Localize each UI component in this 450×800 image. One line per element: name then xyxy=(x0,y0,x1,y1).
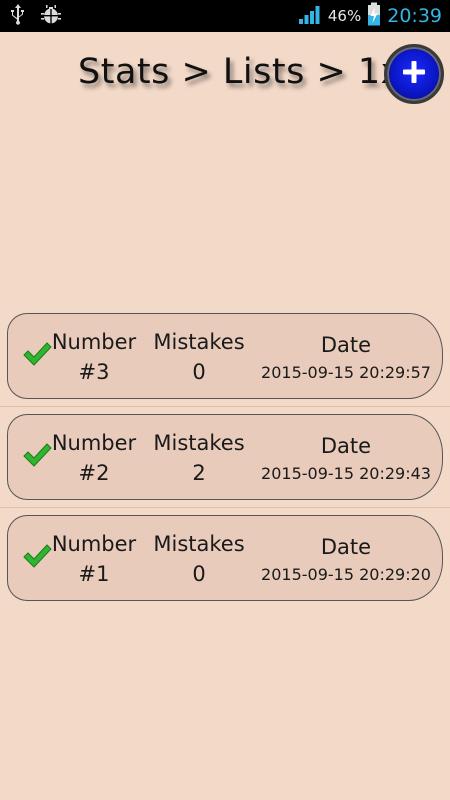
divider xyxy=(0,406,450,407)
number-value: #2 xyxy=(78,461,110,485)
status-bar: 46% 20:39 xyxy=(0,0,450,32)
number-value: #3 xyxy=(78,360,110,384)
status-time: 20:39 xyxy=(387,5,442,27)
usb-icon xyxy=(10,3,26,29)
number-label: Number xyxy=(51,532,137,556)
list-item[interactable]: Number #2 Mistakes 2 Date 2015-09-15 20:… xyxy=(7,414,443,500)
date-label: Date xyxy=(320,535,372,559)
mistakes-value: 2 xyxy=(192,461,206,485)
page-title: Stats > Lists > 1x xyxy=(78,52,402,92)
number-label: Number xyxy=(51,330,137,354)
mistakes-value: 0 xyxy=(192,562,206,586)
plus-icon xyxy=(401,59,427,89)
number-value: #1 xyxy=(78,562,110,586)
add-button[interactable] xyxy=(384,44,444,104)
divider xyxy=(0,507,450,508)
date-value: 2015-09-15 20:29:43 xyxy=(261,464,431,483)
mistakes-label: Mistakes xyxy=(153,330,245,354)
mistakes-value: 0 xyxy=(192,360,206,384)
date-label: Date xyxy=(320,434,372,458)
list-item[interactable]: Number #1 Mistakes 0 Date 2015-09-15 20:… xyxy=(7,515,443,601)
list-item[interactable]: Number #3 Mistakes 0 Date 2015-09-15 20:… xyxy=(7,313,443,399)
date-value: 2015-09-15 20:29:57 xyxy=(261,363,431,382)
mistakes-label: Mistakes xyxy=(153,532,245,556)
number-label: Number xyxy=(51,431,137,455)
date-value: 2015-09-15 20:29:20 xyxy=(261,565,431,584)
battery-percent: 46% xyxy=(327,7,362,25)
android-debug-icon xyxy=(40,3,62,29)
battery-charging-icon xyxy=(367,2,381,30)
signal-icon xyxy=(298,3,322,29)
date-label: Date xyxy=(320,333,372,357)
mistakes-label: Mistakes xyxy=(153,431,245,455)
